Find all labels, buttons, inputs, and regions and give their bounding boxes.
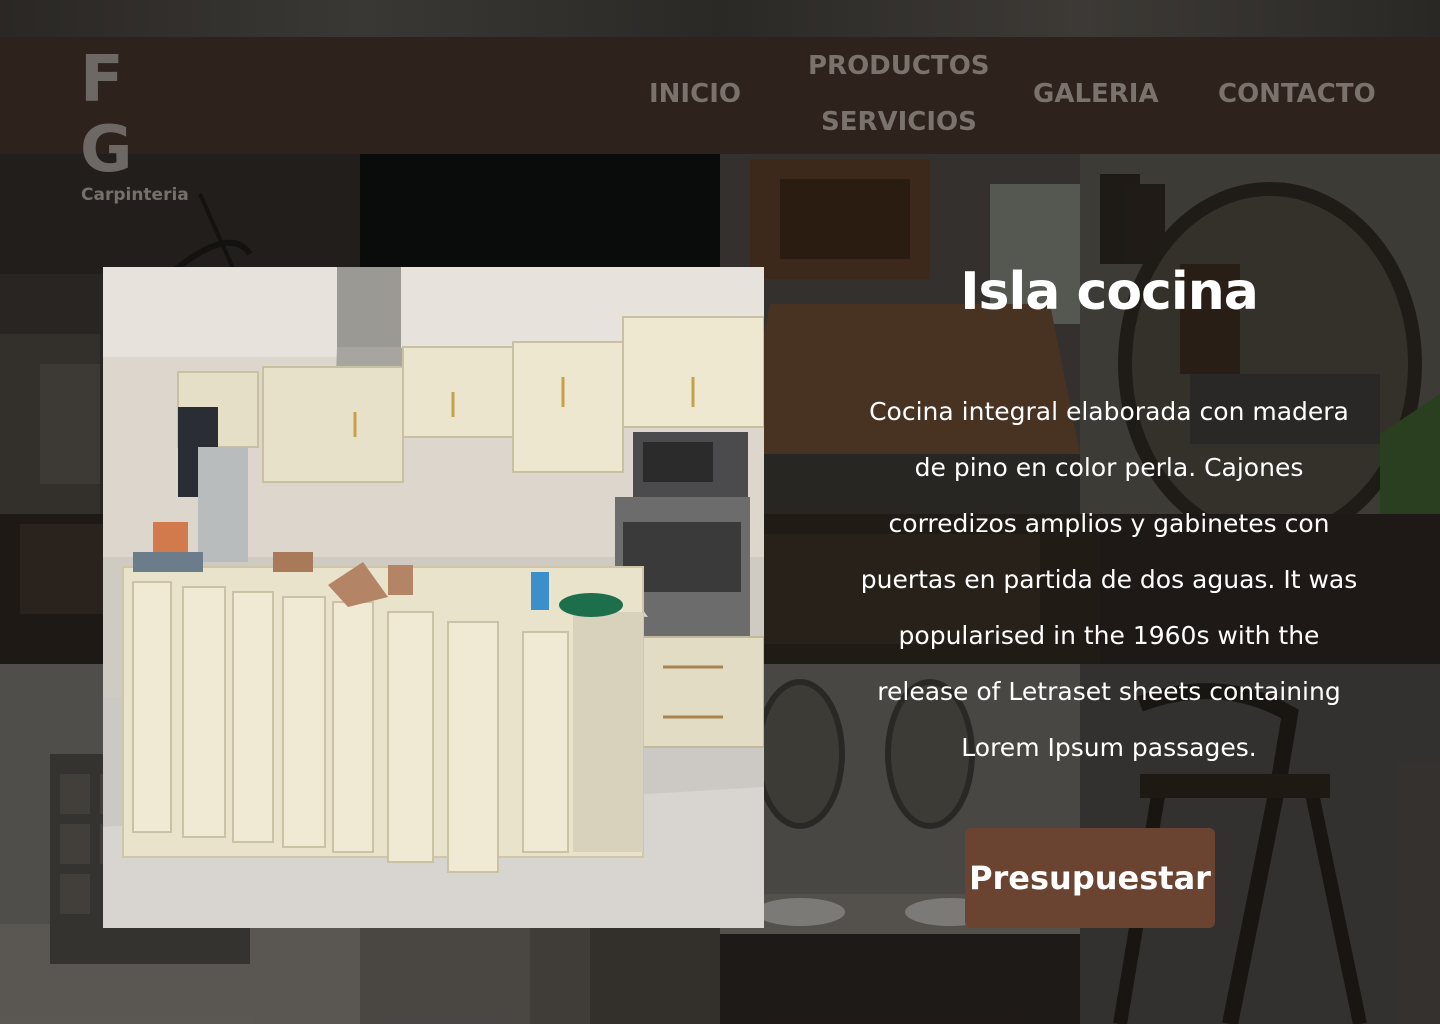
nav-productos[interactable]: PRODUCTOS [808, 51, 990, 81]
brand-mark: F G [80, 43, 139, 187]
product-image-kitchen-island [103, 267, 764, 928]
quote-button[interactable]: Presupuestar [965, 828, 1215, 928]
nav-inicio[interactable]: INICIO [649, 79, 741, 109]
background-top-strip [0, 0, 1440, 37]
nav-servicios[interactable]: SERVICIOS [821, 107, 977, 137]
brand-tagline: Carpinteria [81, 185, 189, 205]
brand-logo[interactable]: F G Carpinteria [80, 45, 190, 205]
product-title: Isla cocina [960, 262, 1259, 322]
nav-galeria[interactable]: GALERIA [1033, 79, 1159, 109]
nav-contacto[interactable]: CONTACTO [1218, 79, 1376, 109]
site-header: F G Carpinteria INICIO PRODUCTOS SERVICI… [0, 37, 1440, 205]
product-description: Cocina integral elaborada con madera de … [860, 397, 1358, 762]
